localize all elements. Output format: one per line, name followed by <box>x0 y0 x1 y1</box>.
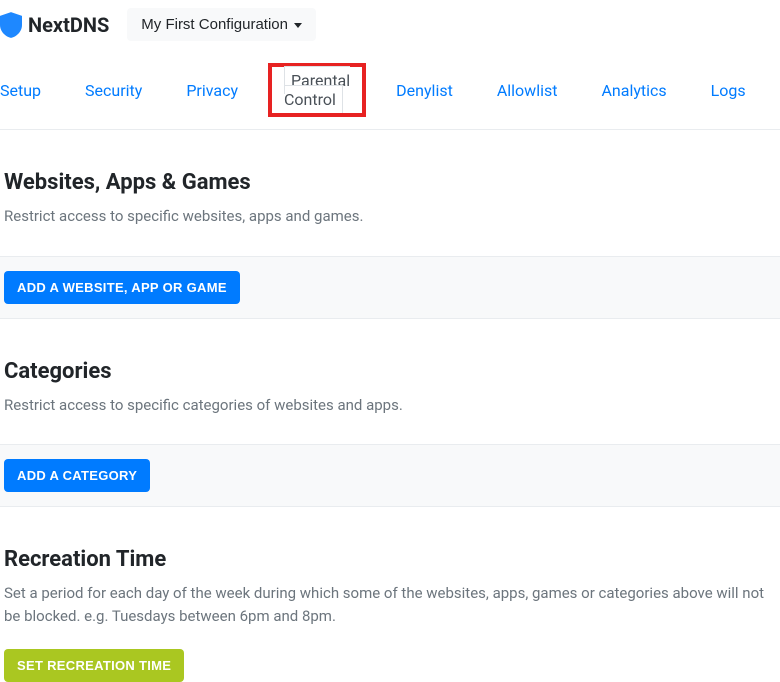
section-recreation: Recreation Time Set a period for each da… <box>0 547 780 682</box>
recreation-title: Recreation Time <box>0 547 780 582</box>
websites-desc: Restrict access to specific websites, ap… <box>0 205 780 228</box>
logo[interactable]: NextDNS <box>0 12 109 38</box>
tab-allowlist[interactable]: Allowlist <box>485 75 570 106</box>
header: NextDNS My First Configuration <box>0 0 780 49</box>
tab-setup[interactable]: Setup <box>0 75 53 106</box>
add-website-button[interactable]: ADD A WEBSITE, APP OR GAME <box>4 271 240 304</box>
categories-button-row: ADD A CATEGORY <box>0 444 780 507</box>
websites-button-row: ADD A WEBSITE, APP OR GAME <box>0 256 780 319</box>
tab-analytics[interactable]: Analytics <box>589 75 678 106</box>
shield-icon <box>0 12 22 38</box>
categories-title: Categories <box>0 359 780 394</box>
config-dropdown-label: My First Configuration <box>141 16 288 33</box>
recreation-desc: Set a period for each day of the week du… <box>0 582 780 627</box>
tab-parental-control[interactable]: Parental Control <box>284 66 350 113</box>
tab-parental-control-highlight: Parental Control <box>268 63 366 117</box>
tabs-nav: Setup Security Privacy Parental Control … <box>0 49 780 130</box>
tab-security[interactable]: Security <box>73 75 154 106</box>
section-websites: Websites, Apps & Games Restrict access t… <box>0 170 780 319</box>
config-dropdown[interactable]: My First Configuration <box>127 8 316 41</box>
add-category-button[interactable]: ADD A CATEGORY <box>4 459 150 492</box>
recreation-button-row: SET RECREATION TIME <box>0 649 780 682</box>
tab-privacy[interactable]: Privacy <box>174 75 250 106</box>
tab-denylist[interactable]: Denylist <box>384 75 465 106</box>
brand-name: NextDNS <box>28 13 109 37</box>
categories-desc: Restrict access to specific categories o… <box>0 394 780 417</box>
websites-title: Websites, Apps & Games <box>0 170 780 205</box>
section-categories: Categories Restrict access to specific c… <box>0 359 780 508</box>
caret-down-icon <box>294 23 302 28</box>
tab-logs[interactable]: Logs <box>699 75 758 106</box>
set-recreation-time-button[interactable]: SET RECREATION TIME <box>4 649 184 682</box>
